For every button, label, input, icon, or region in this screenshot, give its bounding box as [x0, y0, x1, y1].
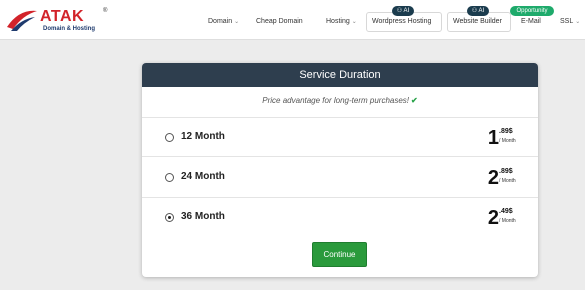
nav-item-ssl[interactable]: SSL ⌄ [560, 18, 580, 25]
option-label: 12 Month [181, 131, 225, 142]
radio-button-selected[interactable] [165, 213, 174, 222]
nav-item-label: Wordpress Hosting [372, 18, 432, 25]
nav-item-label: Website Builder [453, 18, 502, 25]
card-title: Service Duration [142, 63, 538, 87]
nav-item-email[interactable]: E-Mail [521, 18, 541, 25]
price-decimal: .89$ [499, 168, 513, 175]
continue-button[interactable]: Continue [312, 242, 367, 267]
price-whole: 2 [487, 167, 499, 189]
ai-badge: ⚇ AI [392, 6, 414, 16]
nav-item-label: Domain [208, 18, 233, 25]
price-whole: 1 [487, 127, 499, 149]
price-advantage-note: Price advantage for long-term purchases!… [262, 96, 418, 105]
price: 1 .89$ / Month [480, 126, 520, 152]
nav-item-label: SSL [560, 18, 574, 25]
chevron-down-icon: ⌄ [234, 19, 240, 25]
ai-badge: ⚇ AI [467, 6, 489, 16]
price-decimal: .89$ [499, 128, 513, 135]
atak-logo-icon [7, 10, 37, 31]
divider [142, 156, 538, 157]
price-whole: 2 [487, 207, 499, 229]
chevron-down-icon: ⌄ [351, 19, 357, 25]
site-header: ATAK ® Domain & Hosting Domain ⌄ Cheap Do… [0, 0, 585, 40]
price-period: / Month [499, 178, 516, 184]
check-icon: ✔ [411, 96, 418, 105]
duration-option-36-month[interactable]: 36 Month 2 .49$ / Month [142, 198, 538, 238]
price-period: / Month [499, 218, 516, 224]
duration-option-24-month[interactable]: 24 Month 2 .89$ / Month [142, 158, 538, 198]
opportunity-badge: Opportunity [510, 6, 554, 16]
robot-icon: ⚇ [396, 8, 403, 14]
option-label: 36 Month [181, 211, 225, 222]
chevron-down-icon: ⌄ [575, 19, 581, 25]
duration-option-12-month[interactable]: 12 Month 1 .89$ / Month [142, 118, 538, 158]
nav-item-label: E-Mail [521, 18, 541, 25]
nav-item-label: Hosting [326, 18, 350, 25]
radio-button[interactable] [165, 133, 174, 142]
registered-mark: ® [103, 8, 108, 14]
nav-item-label: Cheap Domain [256, 18, 303, 25]
atak-logo[interactable]: ATAK ® Domain & Hosting [5, 5, 110, 35]
nav-item-domain[interactable]: Domain ⌄ [208, 18, 239, 25]
price: 2 .49$ / Month [480, 206, 520, 232]
option-label: 24 Month [181, 171, 225, 182]
brand-name: ATAK [40, 8, 85, 25]
price-period: / Month [499, 138, 516, 144]
nav-item-hosting[interactable]: Hosting ⌄ [326, 18, 357, 25]
robot-icon: ⚇ [471, 8, 478, 14]
service-duration-card: Service Duration Price advantage for lon… [142, 63, 538, 277]
price-decimal: .49$ [499, 208, 513, 215]
nav-item-cheap-domain[interactable]: Cheap Domain [256, 18, 303, 25]
radio-button[interactable] [165, 173, 174, 182]
price: 2 .89$ / Month [480, 166, 520, 192]
brand-tagline: Domain & Hosting [43, 26, 95, 32]
